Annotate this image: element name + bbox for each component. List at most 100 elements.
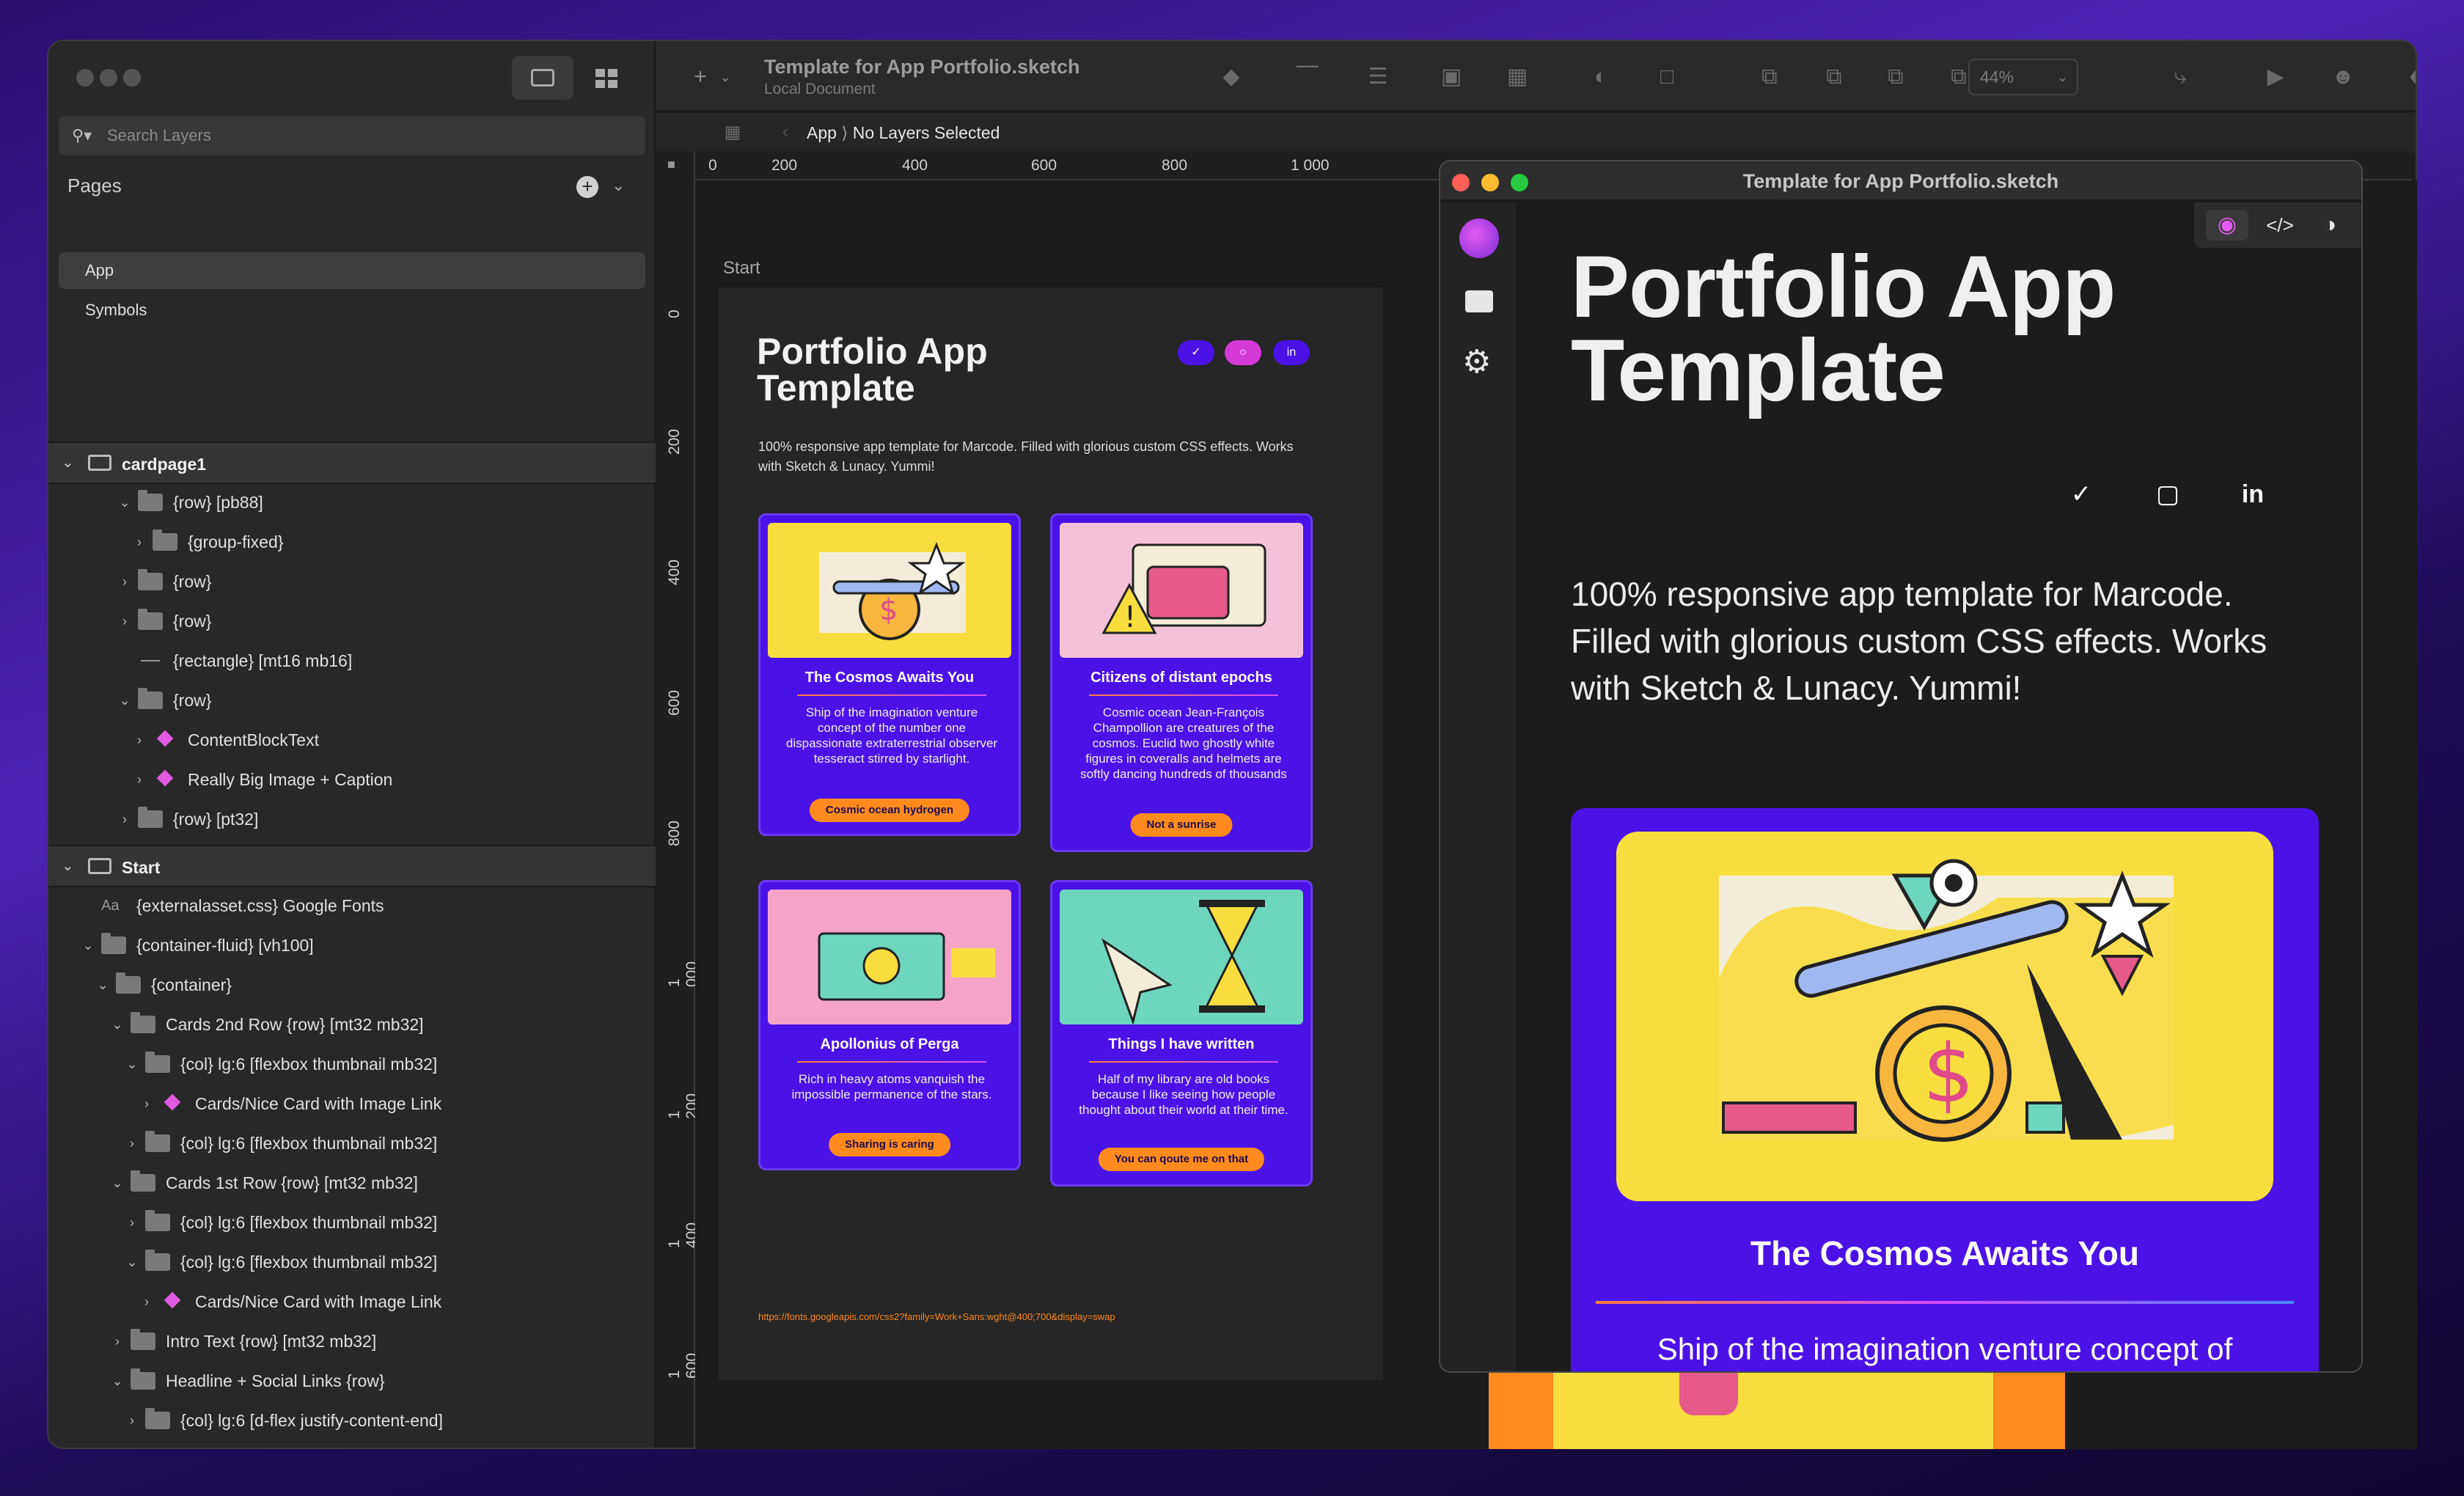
linkedin-icon[interactable]: in	[2237, 478, 2269, 510]
layer-row[interactable]: › {col} lg:6 [d-flex justify-content-end]	[48, 1402, 656, 1439]
artboard-header[interactable]: ⌄ Start	[48, 845, 656, 887]
chevron-down-icon[interactable]: ⌄	[95, 967, 110, 1003]
layer-row[interactable]: ⌄ {container-fluid} [vh100]	[48, 927, 656, 964]
chevron-right-icon[interactable]: ›	[132, 524, 147, 560]
zoom-window-button[interactable]	[123, 69, 141, 87]
page-item-app[interactable]: App	[59, 252, 645, 289]
layers-stack-icon[interactable]	[1465, 290, 1493, 312]
layer-row[interactable]: › {group-fixed}	[48, 524, 656, 560]
layer-row[interactable]: › Really Big Image + Caption	[48, 761, 656, 798]
layer-row[interactable]: › {col} lg:6 [flexbox thumbnail mb32]	[48, 1125, 656, 1162]
layer-row[interactable]: › Cards/Nice Card with Image Link	[48, 1085, 656, 1122]
preview-mode-toolbar: ◉ </> ◑	[2194, 202, 2361, 248]
layer-row[interactable]: › {col} lg:6 [mt32]	[48, 1442, 656, 1448]
layer-name: {col} lg:6 [d-flex justify-content-end]	[180, 1411, 443, 1430]
layer-row[interactable]: ⌄ {container}	[48, 967, 656, 1003]
minimize-window-button[interactable]	[100, 69, 117, 87]
search-layers-input[interactable]: ⚲▾ Search Layers	[59, 116, 645, 155]
back-arrow-icon[interactable]: ‹	[773, 120, 798, 142]
prototype-icon[interactable]: ⤷	[2168, 66, 2193, 88]
card-button[interactable]: Not a sunrise	[1130, 813, 1233, 837]
scale-icon[interactable]: ▣	[1439, 66, 1464, 88]
difference-icon[interactable]: ⧉	[1946, 66, 1971, 88]
document-subtitle: Local Document	[764, 81, 876, 98]
distribute-icon[interactable]: ☰	[1365, 66, 1390, 88]
card: Apollonius of Perga Rich in heavy atoms …	[758, 880, 1021, 1170]
chevron-right-icon[interactable]: ›	[139, 1283, 154, 1320]
twitter-icon[interactable]: ✓	[2065, 478, 2097, 510]
align-bottom-icon[interactable]: ⎺	[1295, 66, 1320, 88]
insert-plus-icon[interactable]: +	[688, 66, 713, 88]
eye-icon[interactable]: ◉	[2206, 210, 2248, 241]
settings-gear-icon[interactable]: ⚙	[1462, 346, 1491, 378]
layer-row[interactable]: › {row}	[48, 603, 656, 639]
chevron-right-icon[interactable]: ›	[132, 722, 147, 758]
layer-row[interactable]: ⌄ {col} lg:6 [flexbox thumbnail mb32]	[48, 1046, 656, 1082]
layer-row[interactable]: ⌄ Cards 1st Row {row} [mt32 mb32]	[48, 1165, 656, 1201]
chevron-right-icon[interactable]: ›	[117, 563, 132, 600]
chevron-down-icon[interactable]: ⌄	[110, 1006, 125, 1043]
card-illustration: !	[1060, 523, 1303, 658]
mask-icon[interactable]: ◐	[1588, 66, 1613, 88]
resize-icon[interactable]: □	[1654, 66, 1679, 88]
components-view-button[interactable]	[575, 56, 637, 100]
chevron-right-icon[interactable]: ›	[110, 1323, 125, 1360]
chevron-down-icon[interactable]: ⌄	[110, 1165, 125, 1201]
layer-row[interactable]: ⌄ {col} lg:6 [flexbox thumbnail mb32]	[48, 1244, 656, 1280]
chevron-right-icon[interactable]: ›	[117, 801, 132, 837]
card-button[interactable]: You can qoute me on that	[1098, 1148, 1265, 1171]
chevron-right-icon[interactable]: ›	[132, 761, 147, 798]
chevron-right-icon[interactable]: ›	[125, 1442, 139, 1448]
chevron-down-icon[interactable]: ⌄	[117, 682, 132, 719]
layer-row[interactable]: › {row} [pt32]	[48, 801, 656, 837]
subtract-icon[interactable]: ⧉	[1822, 66, 1847, 88]
layer-row[interactable]: › {col} lg:6 [flexbox thumbnail mb32]	[48, 1204, 656, 1241]
chevron-right-icon[interactable]: ›	[117, 603, 132, 639]
layer-row[interactable]: › ContentBlockText	[48, 722, 656, 758]
marcode-logo-icon[interactable]	[1459, 219, 1499, 258]
card-button[interactable]: Cosmic ocean hydrogen	[809, 799, 970, 822]
canvas-grid-icon[interactable]: ▦	[720, 122, 745, 144]
intersect-icon[interactable]: ⧉	[1883, 66, 1908, 88]
layer-row[interactable]: › Intro Text {row} [mt32 mb32]	[48, 1323, 656, 1360]
chevron-right-icon[interactable]: ›	[139, 1085, 154, 1122]
layer-row[interactable]: › {row}	[48, 563, 656, 600]
chevron-down-icon[interactable]: ⌄	[81, 927, 95, 964]
chevron-down-icon[interactable]: ⌄	[110, 1363, 125, 1399]
chevron-down-icon[interactable]: ⌄	[125, 1046, 139, 1082]
chevron-down-icon[interactable]: ⌄	[62, 453, 74, 472]
notifications-bell-icon[interactable]: ♦	[2402, 66, 2416, 88]
sidebar-view-button[interactable]	[512, 56, 573, 100]
add-page-icon[interactable]: +	[576, 176, 598, 198]
palette-icon[interactable]: ◑	[2309, 210, 2351, 241]
flatten-icon[interactable]: ▦	[1505, 66, 1530, 88]
chevron-down-icon[interactable]: ⌄	[612, 176, 625, 195]
share-user-icon[interactable]: ☻	[2331, 66, 2355, 88]
chevron-down-icon[interactable]: ⌄	[125, 1244, 139, 1280]
layer-row[interactable]: ⌄ Cards 2nd Row {row} [mt32 mb32]	[48, 1006, 656, 1043]
close-window-button[interactable]	[76, 69, 94, 87]
artboard-label[interactable]: Start	[723, 258, 760, 279]
chevron-down-icon[interactable]: ⌄	[62, 857, 74, 875]
page-item-symbols[interactable]: Symbols	[59, 292, 645, 329]
code-icon[interactable]: </>	[2259, 210, 2301, 241]
artboard-header[interactable]: ⌄ cardpage1	[48, 441, 656, 484]
instagram-icon[interactable]: ▢	[2152, 478, 2184, 510]
create-symbol-icon[interactable]: ◆	[1219, 66, 1244, 88]
chevron-right-icon[interactable]: ›	[125, 1204, 139, 1241]
layer-row[interactable]: ⌄ {row}	[48, 682, 656, 719]
chevron-down-icon[interactable]: ⌄	[713, 66, 738, 88]
play-icon[interactable]: ▶	[2263, 66, 2288, 88]
union-icon[interactable]: ⧉	[1757, 66, 1782, 88]
chevron-right-icon[interactable]: ›	[125, 1125, 139, 1162]
chevron-down-icon[interactable]: ⌄	[117, 484, 132, 521]
layer-row[interactable]: {rectangle} [mt16 mb16]	[48, 642, 656, 679]
breadcrumb-page[interactable]: App	[807, 123, 837, 142]
layer-row[interactable]: Aa {externalasset.css} Google Fonts	[48, 887, 656, 924]
layer-row[interactable]: ⌄ Headline + Social Links {row}	[48, 1363, 656, 1399]
chevron-right-icon[interactable]: ›	[125, 1402, 139, 1439]
card-button[interactable]: Sharing is caring	[829, 1133, 950, 1156]
layer-row[interactable]: ⌄ {row} [pb88]	[48, 484, 656, 521]
zoom-select[interactable]: 44% ⌄	[1968, 59, 2078, 95]
layer-row[interactable]: › Cards/Nice Card with Image Link	[48, 1283, 656, 1320]
